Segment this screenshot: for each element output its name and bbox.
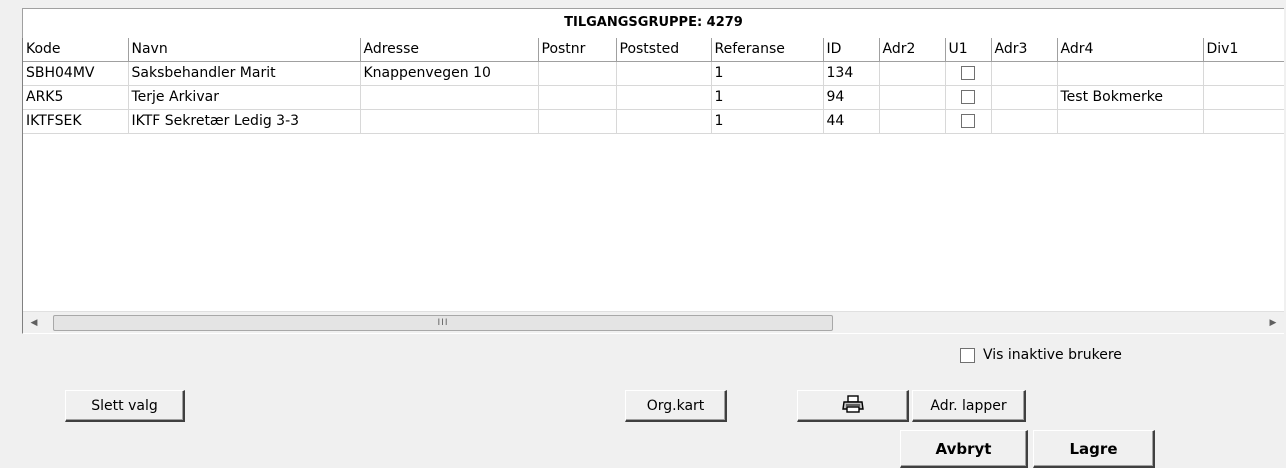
table-row[interactable]: IKTFSEK IKTF Sekretær Ledig 3-3 1 44: [23, 109, 1284, 134]
col-header-navn[interactable]: Navn: [128, 38, 361, 62]
adr-lapper-button[interactable]: Adr. lapper: [912, 390, 1026, 422]
cell-id: 44: [823, 109, 880, 134]
arrow-left-icon[interactable]: ◀: [25, 312, 43, 333]
scrollbar-thumb[interactable]: III: [53, 315, 833, 331]
col-header-div1[interactable]: Div1: [1203, 38, 1284, 62]
cell-u1: [945, 85, 992, 110]
cell-adresse: Knappenvegen 10: [360, 61, 539, 86]
cell-postnr: [538, 85, 617, 110]
cell-kode: ARK5: [23, 85, 129, 110]
u1-checkbox[interactable]: [961, 90, 975, 104]
horizontal-scrollbar[interactable]: ◀ III ▶: [23, 311, 1284, 333]
cell-adresse: [360, 109, 539, 134]
col-header-kode[interactable]: Kode: [23, 38, 129, 62]
col-header-u1[interactable]: U1: [945, 38, 992, 62]
cell-adr2: [879, 85, 946, 110]
avbryt-button[interactable]: Avbryt: [900, 430, 1028, 468]
u1-checkbox[interactable]: [961, 66, 975, 80]
cell-adr4: [1057, 61, 1204, 86]
cell-adr2: [879, 61, 946, 86]
col-header-adr4[interactable]: Adr4: [1057, 38, 1204, 62]
cell-div1: [1203, 85, 1284, 110]
col-header-poststed[interactable]: Poststed: [616, 38, 712, 62]
u1-checkbox[interactable]: [961, 114, 975, 128]
col-header-referanse[interactable]: Referanse: [711, 38, 824, 62]
table-row[interactable]: ARK5 Terje Arkivar 1 94 Test Bokmerke: [23, 85, 1284, 110]
cell-adresse: [360, 85, 539, 110]
cell-u1: [945, 61, 992, 86]
printer-icon: [841, 394, 864, 417]
cell-navn: Saksbehandler Marit: [128, 61, 361, 86]
cell-referanse: 1: [711, 61, 824, 86]
cell-adr3: [991, 61, 1058, 86]
vis-inaktive-checkbox[interactable]: Vis inaktive brukere: [960, 345, 1122, 365]
table-row[interactable]: SBH04MV Saksbehandler Marit Knappenvegen…: [23, 61, 1284, 86]
col-header-postnr[interactable]: Postnr: [538, 38, 617, 62]
cell-navn: Terje Arkivar: [128, 85, 361, 110]
vis-inaktive-label: Vis inaktive brukere: [983, 347, 1122, 363]
cell-adr3: [991, 85, 1058, 110]
cell-kode: SBH04MV: [23, 61, 129, 86]
col-header-adr2[interactable]: Adr2: [879, 38, 946, 62]
scrollbar-grip: III: [437, 318, 449, 328]
cell-referanse: 1: [711, 85, 824, 110]
arrow-right-icon[interactable]: ▶: [1264, 312, 1282, 333]
col-header-adr3[interactable]: Adr3: [991, 38, 1058, 62]
cell-adr3: [991, 109, 1058, 134]
col-header-adresse[interactable]: Adresse: [360, 38, 539, 62]
table-header: Kode Navn Adresse Postnr Poststed Refera…: [23, 38, 1284, 62]
cell-poststed: [616, 109, 712, 134]
cell-navn: IKTF Sekretær Ledig 3-3: [128, 109, 361, 134]
checkbox-box[interactable]: [960, 347, 975, 363]
slett-valg-button[interactable]: Slett valg: [65, 390, 185, 422]
cell-postnr: [538, 61, 617, 86]
cell-u1: [945, 109, 992, 134]
cell-adr2: [879, 109, 946, 134]
cell-poststed: [616, 85, 712, 110]
cell-kode: IKTFSEK: [23, 109, 129, 134]
cell-poststed: [616, 61, 712, 86]
cell-referanse: 1: [711, 109, 824, 134]
cell-postnr: [538, 109, 617, 134]
users-grid[interactable]: Kode Navn Adresse Postnr Poststed Refera…: [22, 38, 1284, 334]
cell-id: 134: [823, 61, 880, 86]
cell-div1: [1203, 109, 1284, 134]
cell-adr4: Test Bokmerke: [1057, 85, 1204, 110]
print-button[interactable]: [797, 390, 909, 422]
lagre-button[interactable]: Lagre: [1033, 430, 1155, 468]
col-header-id[interactable]: ID: [823, 38, 880, 62]
group-title: TILGANGSGRUPPE: 4279: [22, 8, 1284, 38]
cell-id: 94: [823, 85, 880, 110]
cell-adr4: [1057, 109, 1204, 134]
users-table: Kode Navn Adresse Postnr Poststed Refera…: [23, 38, 1284, 134]
org-kart-button[interactable]: Org.kart: [625, 390, 727, 422]
cell-div1: [1203, 61, 1284, 86]
